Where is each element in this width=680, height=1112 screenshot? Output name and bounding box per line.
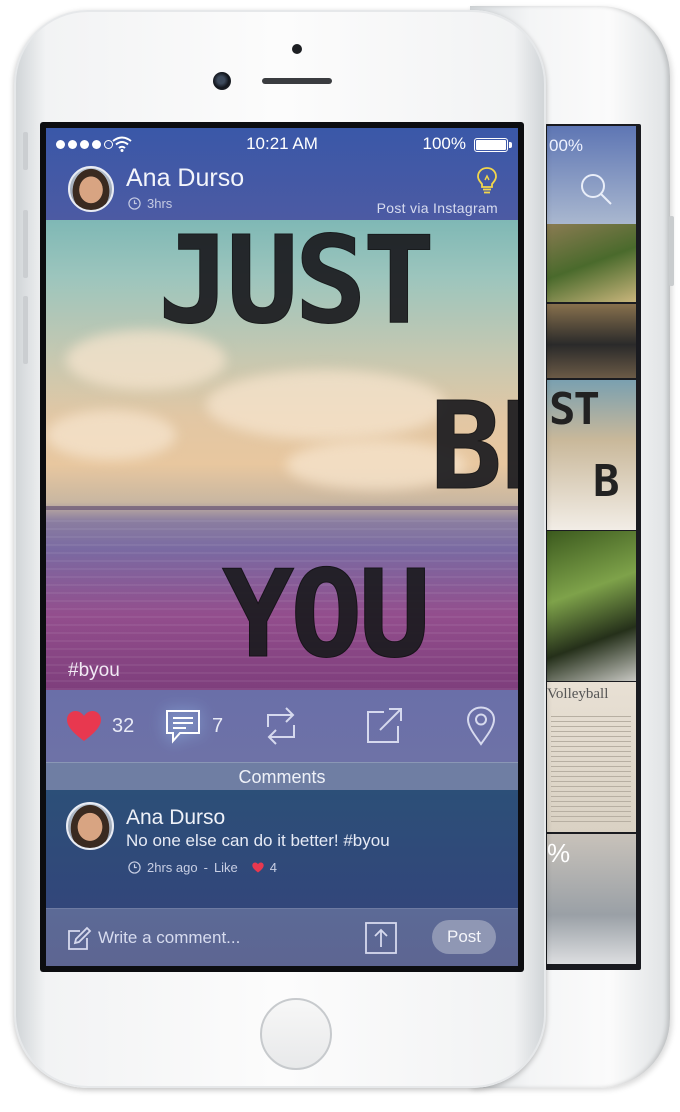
tile-text-st: ST (549, 384, 600, 435)
post-age: 3hrs (128, 196, 172, 211)
post-age-text: 3hrs (147, 196, 173, 211)
photo-hashtag[interactable]: #byou (68, 660, 120, 682)
comment-button[interactable]: 7 (164, 690, 223, 762)
comment-icon (166, 710, 200, 744)
comment-meta: 2hrs ago - Like 4 (128, 860, 277, 875)
location-button[interactable] (466, 690, 496, 762)
earpiece-speaker (262, 78, 332, 84)
share-icon (367, 708, 402, 743)
photo-tile-football (547, 224, 636, 302)
post-detail-view: 10:21 AM 100% Ana Durso 3hrs Post via In… (46, 128, 518, 966)
meta-separator: - (203, 860, 208, 875)
background-battery-text: 00% (549, 136, 584, 155)
front-camera (213, 72, 231, 90)
clock-icon (128, 197, 141, 210)
heart-icon (252, 862, 264, 873)
photo-tile-drum (547, 531, 636, 681)
cloud (206, 370, 446, 440)
battery-percent: 100% (422, 134, 466, 153)
photo-text-you: YOU (222, 546, 432, 685)
post-photo[interactable]: JUST BE YOU #byou (46, 220, 518, 690)
comment-like-count: 4 (269, 860, 278, 875)
phone-screen: 10:21 AM 100% Ana Durso 3hrs Post via In… (40, 122, 524, 972)
pencil-icon (68, 926, 92, 950)
photo-text-be: BE (430, 378, 518, 517)
side-button (669, 216, 674, 286)
location-pin-icon (466, 706, 496, 746)
tile-caption: Volleyball (547, 686, 609, 702)
comments-header: Comments (46, 762, 518, 790)
cloud (46, 410, 176, 460)
photo-tile-referee (547, 304, 636, 378)
heart-icon (67, 711, 101, 741)
tile-percent-text: % (547, 838, 571, 868)
comment-count: 7 (212, 714, 224, 737)
mute-switch (23, 132, 28, 170)
like-count: 32 (112, 714, 135, 737)
comment-time: 2hrs ago (147, 860, 198, 875)
commenter-name[interactable]: Ana Durso (126, 806, 225, 830)
commenter-avatar[interactable] (66, 802, 114, 850)
battery-icon (474, 138, 512, 152)
background-phone-screen: 00% ST B Volleyball % (545, 124, 641, 970)
home-button[interactable] (260, 998, 332, 1070)
comment-like-link[interactable]: Like (214, 860, 238, 875)
photo-text-just: JUST (158, 220, 436, 351)
repost-icon (267, 707, 295, 745)
repost-button[interactable] (262, 690, 300, 762)
action-bar: 32 7 (46, 690, 518, 762)
search-icon (581, 174, 612, 205)
like-button[interactable]: 32 (66, 690, 134, 762)
comment-text: No one else can do it better! #byou (126, 831, 390, 850)
comment-composer: Post (46, 908, 518, 966)
comment-input[interactable] (98, 923, 348, 953)
status-bar: 10:21 AM 100% (46, 128, 518, 158)
proximity-sensor (292, 44, 302, 54)
post-header: 10:21 AM 100% Ana Durso 3hrs Post via In… (46, 128, 518, 220)
post-comment-button[interactable]: Post (432, 920, 496, 954)
volume-down-button (23, 296, 28, 364)
post-source[interactable]: Post via Instagram (377, 200, 498, 216)
tile-text-b: B (593, 456, 620, 507)
author-name[interactable]: Ana Durso (126, 164, 244, 193)
comment-item: Ana Durso No one else can do it better! … (46, 790, 518, 908)
lightbulb-icon[interactable] (476, 166, 498, 194)
upload-icon[interactable] (364, 921, 398, 955)
newspaper-lines (551, 716, 631, 826)
clock-icon (128, 861, 141, 874)
volume-up-button (23, 210, 28, 278)
author-avatar[interactable] (68, 166, 114, 212)
share-button[interactable] (364, 690, 404, 762)
